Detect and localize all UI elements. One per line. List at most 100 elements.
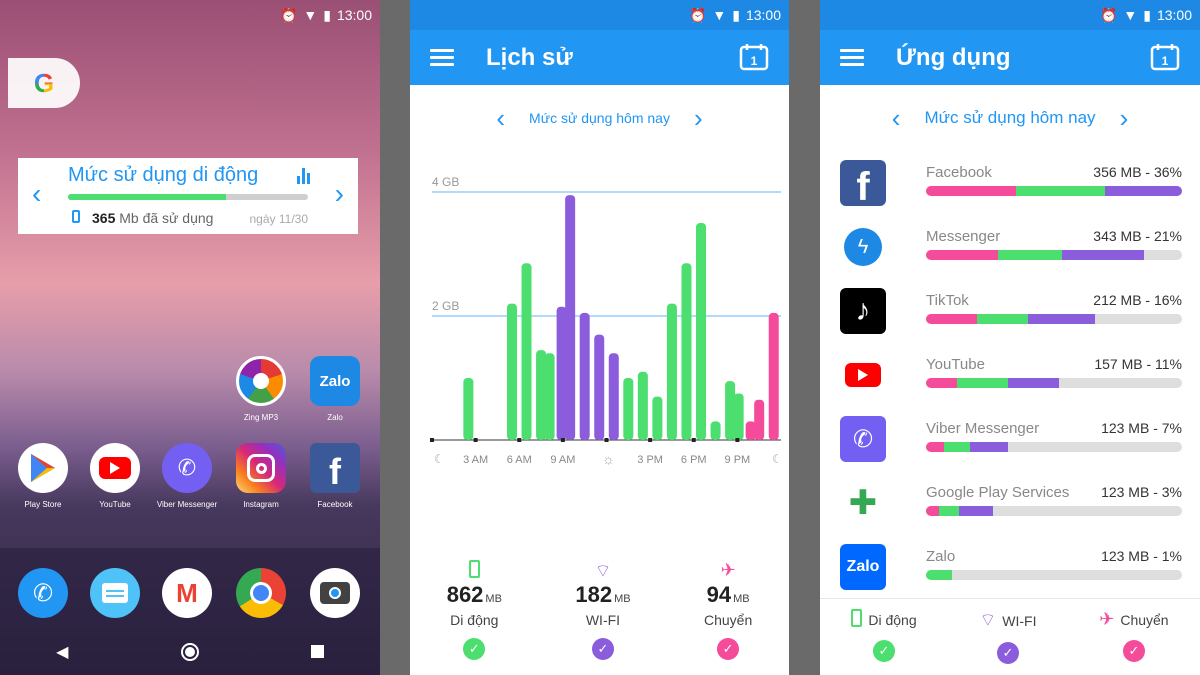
zalo-icon[interactable]: Zalo [310, 356, 360, 406]
check-icon[interactable]: ✓ [996, 642, 1019, 664]
legend: Di động ✓ ⌔ WI-FI ✓ ✈ Chuyển ✓ [820, 598, 1200, 664]
app-label: Viber Messenger [156, 500, 218, 509]
chart-bar [594, 334, 605, 440]
app-name: Google Play Services [926, 484, 1070, 501]
battery-icon: ▮ [732, 6, 740, 23]
x-tick-label: 9 PM [725, 454, 751, 466]
clock: 13:00 [336, 7, 372, 23]
chart-bar [768, 312, 779, 440]
app-usage-row[interactable]: Zalo Zalo 123 MB - 1% [840, 544, 1182, 600]
chart-bar [565, 195, 576, 440]
prev-arrow-icon[interactable]: ‹ [32, 178, 41, 210]
gmail-icon[interactable]: M [162, 568, 212, 618]
app-usage-row[interactable]: ♪ TikTok 212 MB - 16% [840, 288, 1182, 344]
app-name: YouTube [926, 356, 985, 373]
tiktok-icon: ♪ [840, 288, 886, 334]
app-usage-row[interactable]: YouTube 157 MB - 11% [840, 352, 1182, 408]
prev-day-icon[interactable]: ‹ [472, 105, 529, 131]
data-usage-widget[interactable]: ‹ › Mức sử dụng di động 365 Mb đã sử dụn… [18, 158, 358, 234]
check-icon[interactable]: ✓ [872, 640, 895, 662]
menu-icon[interactable] [840, 49, 864, 66]
zing-mp3-icon[interactable] [236, 356, 286, 406]
app-usage: 157 MB - 11% [1094, 356, 1182, 372]
app-name: Messenger [926, 228, 1001, 245]
alarm-icon: ⏰ [688, 6, 707, 23]
stat-label: Chuyển [703, 612, 753, 628]
history-screen: ⏰ ▼ ▮ 13:00 Lịch sử 1 ‹ Mức sử dụng hôm … [410, 0, 789, 675]
chart-bar [681, 263, 692, 440]
chart-bar [652, 396, 663, 440]
google-search-pill[interactable]: G [8, 58, 80, 108]
date-label: Mức sử dụng hôm nay [529, 110, 670, 126]
usage-bar [926, 506, 1182, 516]
back-icon[interactable]: ◀ [56, 642, 68, 662]
facebook-icon[interactable]: f [310, 443, 360, 493]
zalo-icon: Zalo [840, 544, 886, 590]
youtube-icon[interactable] [90, 443, 140, 493]
x-tick-label: 3 PM [637, 454, 663, 466]
viber-icon[interactable]: ✆ [162, 443, 212, 493]
recents-icon[interactable] [310, 645, 324, 658]
hourly-usage-chart: 4 GB 2 GB ☾ ☼ ☾ 3 AM 6 AM 9 AM 3 PM 6 PM 9 PM [430, 175, 783, 467]
date-navigator: ‹ Mức sử dụng hôm nay › [410, 100, 789, 136]
bar-chart-icon[interactable] [297, 168, 310, 184]
calendar-icon[interactable]: 1 [739, 43, 769, 71]
instagram-icon[interactable] [236, 443, 286, 493]
used-amount: 365 Mb đã sử dụng [92, 210, 214, 226]
check-icon[interactable]: ✓ [1122, 640, 1145, 662]
next-day-icon[interactable]: › [1096, 105, 1153, 131]
wifi-icon: ⌔ [594, 561, 612, 581]
legend-item: ✈ Chuyển ✓ [1099, 609, 1169, 664]
axis-tick [735, 438, 740, 442]
check-icon[interactable]: ✓ [591, 638, 614, 660]
play-store-icon[interactable] [18, 443, 68, 493]
prev-day-icon[interactable]: ‹ [868, 105, 925, 131]
moon-icon: ☾ [434, 452, 445, 466]
app-bar: Ứng dụng 1 [820, 30, 1200, 85]
chart-bar [745, 421, 756, 440]
axis-tick [648, 438, 653, 442]
menu-icon[interactable] [430, 49, 454, 66]
camera-icon[interactable] [310, 568, 360, 618]
chart-bar [710, 421, 721, 440]
date-navigator: ‹ Mức sử dụng hôm nay › [820, 100, 1200, 136]
axis-tick [430, 438, 434, 442]
next-arrow-icon[interactable]: › [335, 178, 344, 210]
sun-icon: ☼ [602, 451, 615, 467]
app-usage-row[interactable]: ϟ Messenger 343 MB - 21% [840, 224, 1182, 280]
messages-icon[interactable] [90, 568, 140, 618]
check-icon[interactable]: ✓ [463, 638, 486, 660]
calendar-icon[interactable]: 1 [1150, 43, 1180, 71]
usage-bar [926, 250, 1182, 260]
date-label: Mức sử dụng hôm nay [924, 108, 1096, 127]
wifi-status-icon: ▼ [303, 7, 318, 23]
check-icon[interactable]: ✓ [717, 638, 740, 660]
apps-screen: ⏰ ▼ ▮ 13:00 Ứng dụng 1 ‹ Mức sử dụng hôm… [820, 0, 1200, 675]
app-usage-row[interactable]: ✆ Viber Messenger 123 MB - 7% [840, 416, 1182, 472]
app-usage-row[interactable]: f Facebook 356 MB - 36% [840, 160, 1182, 216]
home-icon[interactable] [180, 642, 199, 661]
status-bar: ⏰ ▼ ▮ 13:00 [0, 0, 380, 30]
wifi-icon: ⌔ [979, 610, 997, 630]
next-day-icon[interactable]: › [670, 105, 727, 131]
chart-bar [556, 306, 567, 440]
app-bar: Lịch sử 1 [410, 30, 789, 85]
chart-bar [725, 381, 736, 440]
airplane-icon: ✈ [1099, 609, 1115, 629]
usage-stat: 862 MB Di động ✓ [447, 560, 502, 660]
app-label: YouTube [99, 500, 131, 509]
widget-title: Mức sử dụng di động [68, 164, 259, 186]
google-play-services-icon: ✚ [840, 480, 886, 526]
app-usage: 343 MB - 21% [1093, 228, 1182, 244]
usage-bar [926, 314, 1182, 324]
app-label: Facebook [317, 500, 353, 509]
legend-label: Di động [868, 611, 917, 628]
y-tick-label: 4 GB [432, 175, 459, 189]
axis-tick [691, 438, 696, 442]
legend-item: Di động ✓ [851, 609, 917, 664]
phone-icon[interactable]: ✆ [18, 568, 68, 618]
x-tick-label: 9 AM [550, 454, 575, 466]
chrome-icon[interactable] [236, 568, 286, 618]
app-usage: 356 MB - 36% [1093, 164, 1182, 180]
app-usage-row[interactable]: ✚ Google Play Services 123 MB - 3% [840, 480, 1182, 536]
